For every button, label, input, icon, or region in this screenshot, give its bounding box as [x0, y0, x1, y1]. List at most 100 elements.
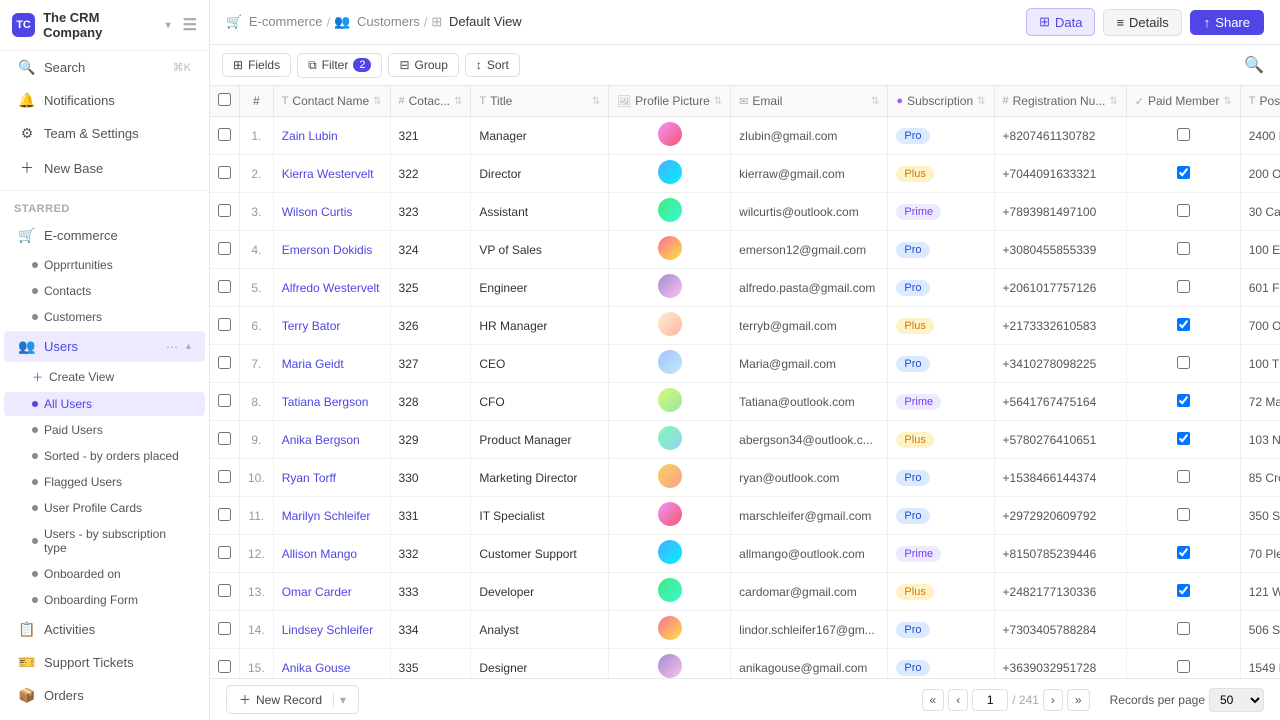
col-paid-member[interactable]: ✓ Paid Member ⇅: [1126, 86, 1240, 117]
row-contact-name[interactable]: Anika Bergson: [273, 421, 390, 459]
col-cotac[interactable]: # Cotac... ⇅: [390, 86, 471, 117]
row-checkbox[interactable]: [218, 280, 231, 293]
data-button[interactable]: ⊞ Data: [1026, 8, 1095, 36]
row-checkbox-cell[interactable]: [210, 459, 240, 497]
sidebar-item-onboarding-form[interactable]: Onboarding Form: [4, 588, 205, 612]
contact-name-link[interactable]: Maria Geidt: [282, 357, 344, 371]
pic-sort-icon[interactable]: ⇅: [714, 96, 722, 107]
row-checkbox[interactable]: [218, 318, 231, 331]
sidebar-item-create-view[interactable]: ＋ Create View: [4, 364, 205, 390]
row-checkbox-cell[interactable]: [210, 383, 240, 421]
row-paid-member[interactable]: [1126, 535, 1240, 573]
details-button[interactable]: ≡ Details: [1103, 9, 1181, 36]
row-checkbox[interactable]: [218, 128, 231, 141]
paid-member-checkbox[interactable]: [1177, 356, 1190, 369]
contact-name-link[interactable]: Lindsey Schleifer: [282, 623, 373, 637]
row-contact-name[interactable]: Marilyn Schleifer: [273, 497, 390, 535]
table-search-icon[interactable]: 🔍: [1240, 51, 1268, 79]
users-collapse-icon[interactable]: ▴: [186, 341, 191, 352]
sidebar-item-by-subscription[interactable]: Users - by subscription type: [4, 522, 205, 560]
group-button[interactable]: ⊟ Group: [388, 53, 458, 77]
row-contact-name[interactable]: Maria Geidt: [273, 345, 390, 383]
sidebar-item-search[interactable]: 🔍 Search ⌘K: [4, 52, 205, 83]
row-paid-member[interactable]: [1126, 345, 1240, 383]
paid-sort-icon[interactable]: ⇅: [1223, 96, 1231, 107]
page-number-input[interactable]: [972, 689, 1008, 711]
row-checkbox-cell[interactable]: [210, 421, 240, 459]
sidebar-item-contacts[interactable]: Contacts: [4, 279, 205, 303]
sub-sort-icon[interactable]: ⇅: [977, 96, 985, 107]
row-paid-member[interactable]: [1126, 497, 1240, 535]
sidebar-item-onboarded[interactable]: Onboarded on: [4, 562, 205, 586]
title-sort-icon[interactable]: ⇅: [592, 96, 600, 107]
sidebar-item-orders[interactable]: 📦 Orders: [4, 680, 205, 711]
sidebar-item-flagged-users[interactable]: Flagged Users: [4, 470, 205, 494]
layout-toggle-icon[interactable]: ☰: [183, 15, 197, 35]
sidebar-item-notifications[interactable]: 🔔 Notifications: [4, 85, 205, 116]
new-record-button[interactable]: ＋ New Record ▾: [226, 685, 359, 714]
row-contact-name[interactable]: Alfredo Westervelt: [273, 269, 390, 307]
filter-button[interactable]: ⧉ Filter 2: [297, 53, 382, 78]
app-logo[interactable]: TC The CRM Company ▾ ☰: [0, 0, 209, 51]
row-checkbox-cell[interactable]: [210, 231, 240, 269]
row-checkbox[interactable]: [218, 356, 231, 369]
row-paid-member[interactable]: [1126, 459, 1240, 497]
row-checkbox[interactable]: [218, 432, 231, 445]
row-paid-member[interactable]: [1126, 307, 1240, 345]
sidebar-item-ecommerce[interactable]: 🛒 E-commerce: [4, 220, 205, 251]
paid-member-checkbox[interactable]: [1177, 622, 1190, 635]
contact-name-link[interactable]: Kierra Westervelt: [282, 167, 374, 181]
row-checkbox[interactable]: [218, 584, 231, 597]
sidebar-item-profile-cards[interactable]: User Profile Cards: [4, 496, 205, 520]
row-contact-name[interactable]: Anika Gouse: [273, 649, 390, 679]
row-checkbox[interactable]: [218, 204, 231, 217]
row-checkbox[interactable]: [218, 546, 231, 559]
breadcrumb-ecommerce[interactable]: 🛒 E-commerce: [226, 14, 323, 30]
first-page-button[interactable]: «: [922, 689, 945, 711]
row-paid-member[interactable]: [1126, 611, 1240, 649]
row-checkbox[interactable]: [218, 470, 231, 483]
row-contact-name[interactable]: Kierra Westervelt: [273, 155, 390, 193]
row-contact-name[interactable]: Wilson Curtis: [273, 193, 390, 231]
row-paid-member[interactable]: [1126, 649, 1240, 679]
row-checkbox-cell[interactable]: [210, 193, 240, 231]
col-reg-num[interactable]: # Registration Nu... ⇅: [994, 86, 1126, 117]
contact-name-link[interactable]: Marilyn Schleifer: [282, 509, 371, 523]
sidebar-item-new-base[interactable]: ＋ New Base: [4, 151, 205, 185]
sidebar-item-activities[interactable]: 📋 Activities: [4, 614, 205, 645]
row-paid-member[interactable]: [1126, 573, 1240, 611]
breadcrumb-customers[interactable]: 👥 Customers: [334, 14, 420, 30]
fields-button[interactable]: ⊞ Fields: [222, 53, 291, 77]
sidebar-item-all-users[interactable]: All Users: [4, 392, 205, 416]
email-sort-icon[interactable]: ⇅: [871, 96, 879, 107]
col-postal-addr[interactable]: T Postal Address ⇅: [1240, 86, 1280, 117]
row-contact-name[interactable]: Allison Mango: [273, 535, 390, 573]
row-paid-member[interactable]: [1126, 383, 1240, 421]
row-contact-name[interactable]: Emerson Dokidis: [273, 231, 390, 269]
select-all-checkbox[interactable]: [218, 93, 231, 106]
sidebar-item-users[interactable]: 👥 Users ⋯ ▴: [4, 331, 205, 362]
col-contact-name[interactable]: T Contact Name ⇅: [273, 86, 390, 117]
share-button[interactable]: ↑ Share: [1190, 10, 1264, 35]
contact-name-link[interactable]: Omar Carder: [282, 585, 352, 599]
row-checkbox[interactable]: [218, 394, 231, 407]
paid-member-checkbox[interactable]: [1177, 166, 1190, 179]
paid-member-checkbox[interactable]: [1177, 432, 1190, 445]
contact-name-link[interactable]: Anika Gouse: [282, 661, 351, 675]
row-paid-member[interactable]: [1126, 231, 1240, 269]
row-checkbox[interactable]: [218, 660, 231, 673]
col-subscription[interactable]: ● Subscription ⇅: [888, 86, 994, 117]
contact-name-sort-icon[interactable]: ⇅: [373, 96, 381, 107]
reg-sort-icon[interactable]: ⇅: [1109, 96, 1117, 107]
row-checkbox-cell[interactable]: [210, 611, 240, 649]
row-contact-name[interactable]: Ryan Torff: [273, 459, 390, 497]
row-contact-name[interactable]: Lindsey Schleifer: [273, 611, 390, 649]
row-paid-member[interactable]: [1126, 117, 1240, 155]
sidebar-item-paid-users[interactable]: Paid Users: [4, 418, 205, 442]
contact-name-link[interactable]: Ryan Torff: [282, 471, 336, 485]
paid-member-checkbox[interactable]: [1177, 470, 1190, 483]
row-checkbox-cell[interactable]: [210, 155, 240, 193]
row-contact-name[interactable]: Terry Bator: [273, 307, 390, 345]
users-expand-icon[interactable]: ⋯: [166, 340, 178, 354]
sidebar-item-products[interactable]: 🏷 Products: [4, 713, 205, 720]
